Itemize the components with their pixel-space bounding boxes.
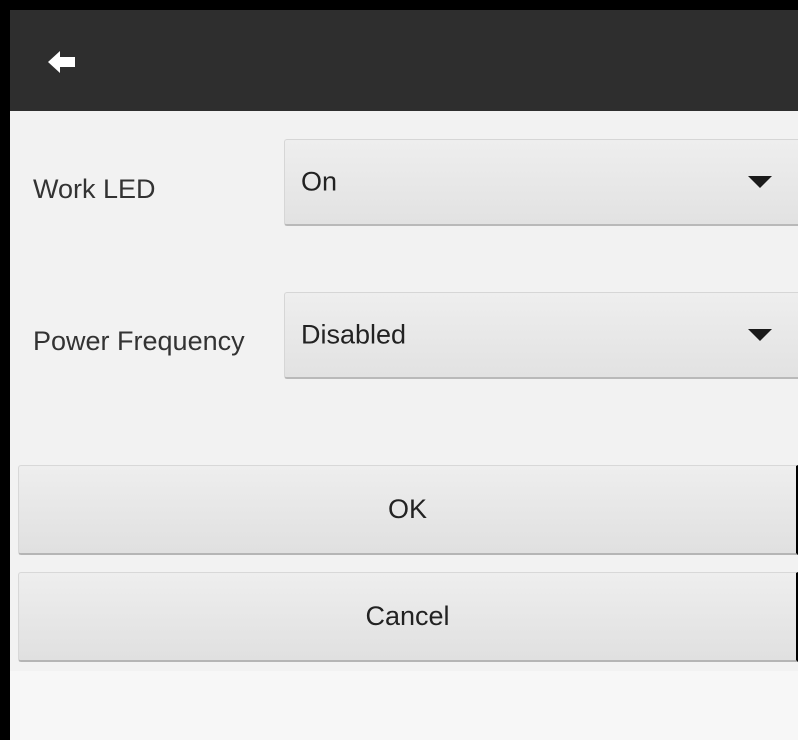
settings-form: Work LED On Power Frequency Disabled OK … xyxy=(10,111,798,671)
work-led-selected-value: On xyxy=(301,166,338,197)
power-frequency-label: Power Frequency xyxy=(33,326,245,356)
bottom-spacer xyxy=(10,671,798,740)
app-screen: Work LED On Power Frequency Disabled OK … xyxy=(10,10,798,740)
work-led-dropdown[interactable]: On xyxy=(284,139,798,226)
power-frequency-dropdown[interactable]: Disabled xyxy=(284,292,798,379)
dropdown-arrow-icon xyxy=(748,176,772,188)
ok-button[interactable]: OK xyxy=(18,465,798,555)
cancel-button[interactable]: Cancel xyxy=(18,572,798,662)
work-led-label: Work LED xyxy=(33,174,156,204)
back-arrow-icon xyxy=(48,51,75,73)
power-frequency-selected-value: Disabled xyxy=(301,319,407,350)
dropdown-arrow-icon xyxy=(748,329,772,341)
toolbar xyxy=(10,10,798,111)
back-button[interactable] xyxy=(42,42,82,82)
